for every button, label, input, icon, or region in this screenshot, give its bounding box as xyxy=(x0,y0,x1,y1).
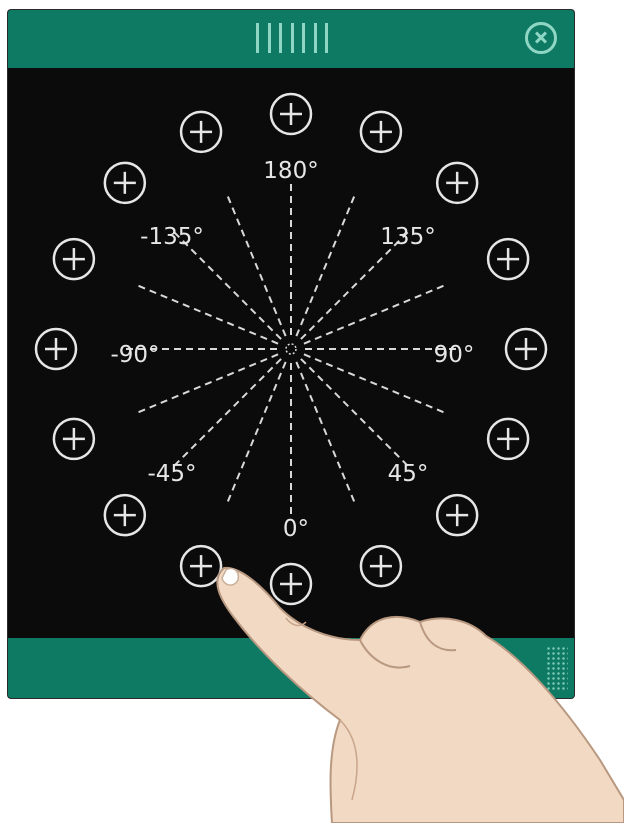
plus-circle-icon[interactable] xyxy=(435,161,479,205)
dial-ray xyxy=(295,361,357,505)
plus-circle-icon[interactable] xyxy=(269,562,313,606)
plus-circle-icon[interactable] xyxy=(269,92,313,136)
plus-circle-icon[interactable] xyxy=(359,110,403,154)
plus-circle-icon[interactable] xyxy=(103,161,147,205)
angle-window: 180° 135° 90° 45° 0° -45° -90° -135° xyxy=(8,10,574,698)
plus-circle-icon[interactable] xyxy=(103,493,147,537)
dial-ray xyxy=(300,358,411,469)
close-icon[interactable] xyxy=(525,22,557,54)
dial-ray xyxy=(135,283,279,345)
angle-label-180: 180° xyxy=(263,158,318,184)
drag-handle-icon[interactable] xyxy=(256,23,328,53)
dial-ray xyxy=(171,358,282,469)
angle-label-0: 0° xyxy=(283,516,309,542)
plus-circle-icon[interactable] xyxy=(34,327,78,371)
dial-ray xyxy=(225,193,287,337)
plus-circle-icon[interactable] xyxy=(52,237,96,281)
dial-ray xyxy=(295,193,357,337)
angle-label-minus-90: -90° xyxy=(110,342,159,368)
angle-dial: 180° 135° 90° 45° 0° -45° -90° -135° xyxy=(34,92,548,606)
dial-ray xyxy=(303,283,447,345)
angle-label-45: 45° xyxy=(388,461,429,487)
plus-circle-icon[interactable] xyxy=(435,493,479,537)
angle-label-minus-135: -135° xyxy=(140,224,204,250)
dial-center-mark xyxy=(285,343,297,355)
plus-circle-icon[interactable] xyxy=(359,544,403,588)
resize-grip-icon[interactable] xyxy=(546,646,568,690)
plus-circle-icon[interactable] xyxy=(52,417,96,461)
dial-ray xyxy=(303,353,447,415)
plus-circle-icon[interactable] xyxy=(179,110,223,154)
bottom-bar xyxy=(8,638,574,698)
angle-label-135: 135° xyxy=(380,224,435,250)
angle-label-90: 90° xyxy=(434,342,475,368)
plus-circle-icon[interactable] xyxy=(486,237,530,281)
plus-circle-icon[interactable] xyxy=(486,417,530,461)
dial-ray xyxy=(225,361,287,505)
angle-label-minus-45: -45° xyxy=(147,461,196,487)
plus-circle-icon[interactable] xyxy=(179,544,223,588)
plus-circle-icon[interactable] xyxy=(504,327,548,371)
title-bar[interactable] xyxy=(8,10,574,68)
